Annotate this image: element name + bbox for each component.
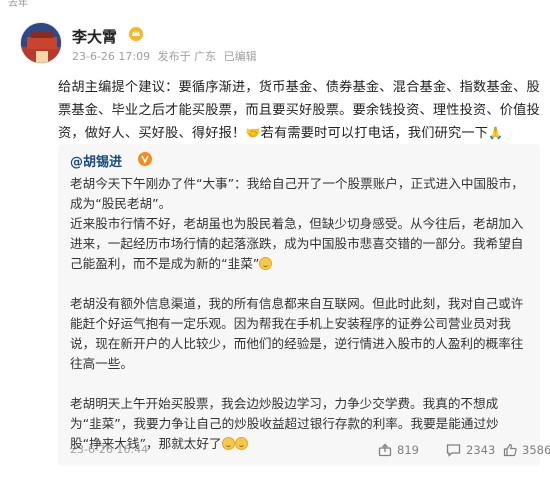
avatar[interactable] [20, 22, 62, 64]
share-icon [378, 443, 392, 457]
like-count: 3586 [522, 443, 550, 457]
post-text-tail: 若有需要时可以打电话，我们研究一下 [260, 126, 489, 141]
post-header: 李大霄 23-6-26 17:09 发布于 广东 已编辑 [20, 22, 540, 66]
edited-label[interactable]: 已编辑 [224, 50, 257, 63]
quoted-author-name[interactable]: @胡锡进 [70, 151, 122, 170]
quoted-footer: 23-6-26 16:44 819 2343 3586 [70, 440, 550, 460]
post-date[interactable]: 23-6-26 17:09 [72, 50, 150, 63]
grin-emoji-icon [259, 257, 273, 270]
share-button[interactable]: 819 [378, 440, 419, 460]
post-source: 发布于 广东 [157, 50, 217, 63]
quoted-body: 老胡今天下午刚办了件“大事”：我给自己开了一个股票账户，正式进入中国股市，成为“… [70, 174, 528, 454]
quoted-time[interactable]: 23-6-26 16:44 [70, 443, 148, 456]
comment-count: 2343 [466, 443, 496, 457]
comment-icon [446, 444, 461, 457]
like-button[interactable]: 3586 [503, 440, 550, 460]
quoted-paragraph-2: 近来股市行情不好，老胡虽也为股民着急，但缺少切身感受。从今往后，老胡加入进来，一… [70, 216, 524, 271]
avatar-image [21, 23, 61, 63]
comment-button[interactable]: 2343 [446, 440, 495, 460]
pray-emoji-icon: 🙏 [488, 126, 504, 140]
truncated-top-text: 去年 [8, 0, 28, 9]
crown-icon [129, 27, 143, 41]
post-body: 给胡主编提个建议：要循序渐进，货币基金、债券基金、混合基金、指数基金、股票基金、… [58, 76, 540, 145]
author-name[interactable]: 李大霄 [72, 26, 117, 47]
quoted-post[interactable]: @胡锡进 老胡今天下午刚办了件“大事”：我给自己开了一个股票账户，正式进入中国股… [58, 144, 550, 466]
share-count: 819 [397, 443, 419, 457]
handshake-emoji-icon: 🤝 [245, 126, 261, 140]
verified-badge-icon [138, 152, 152, 166]
quoted-paragraph-3: 老胡没有额外信息渠道，我的所有信息都来自互联网。但此时此刻，我对自己或许能赶个好… [70, 296, 524, 371]
thumbs-up-icon [503, 443, 517, 457]
post-meta: 23-6-26 17:09 发布于 广东 已编辑 [72, 48, 261, 64]
quoted-paragraph-1: 老胡今天下午刚办了件“大事”：我给自己开了一个股票账户，正式进入中国股市，成为“… [70, 176, 524, 211]
